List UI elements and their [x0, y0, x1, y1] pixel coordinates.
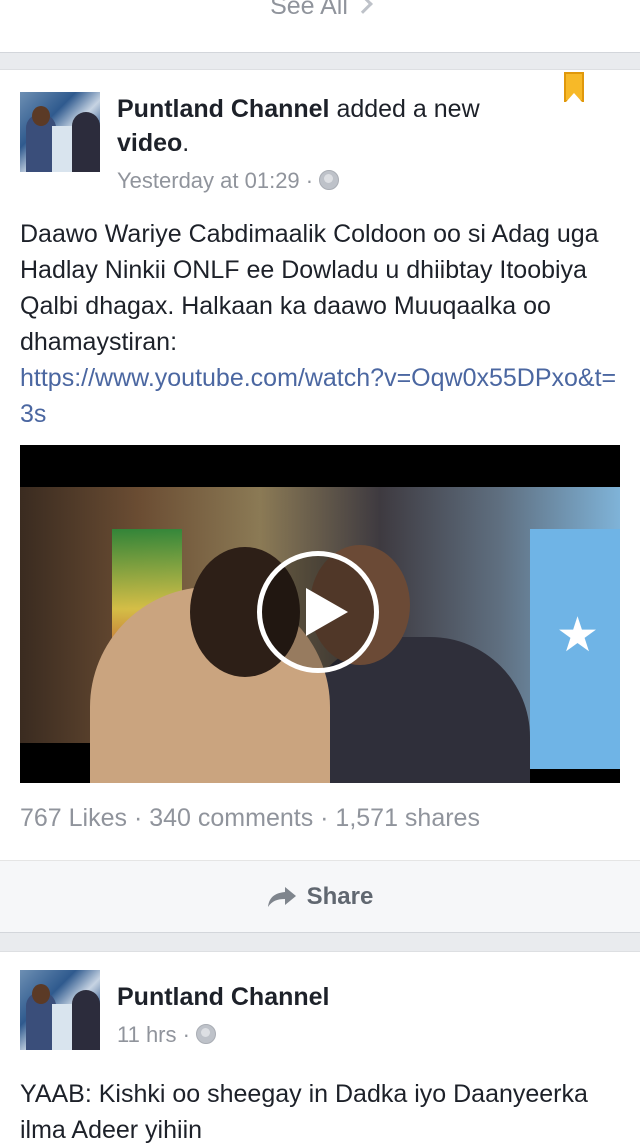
post-link[interactable]: https://www.youtube.com/watch?v=Oqw0x55D… — [20, 360, 620, 432]
author-action: added a new — [329, 95, 480, 123]
author-suffix: . — [182, 129, 190, 157]
post-stats[interactable]: 767 Likes · 340 comments · 1,571 shares — [20, 804, 480, 833]
avatar[interactable] — [20, 970, 100, 1050]
share-label: Share — [306, 883, 374, 910]
video-player[interactable]: ★ — [20, 445, 620, 783]
globe-icon — [195, 1024, 216, 1044]
author-object[interactable]: video — [117, 129, 182, 157]
post-time[interactable]: 11 hrs · — [117, 1022, 190, 1047]
avatar[interactable] — [20, 92, 100, 172]
feed-divider — [0, 52, 640, 70]
post-meta: 11 hrs · — [117, 1022, 216, 1048]
share-arrow-icon — [267, 887, 296, 907]
play-icon[interactable] — [257, 551, 379, 673]
post-header: Puntland Channel — [117, 980, 330, 1014]
share-bar: Share — [0, 860, 640, 932]
author-name[interactable]: Puntland Channel — [117, 95, 330, 123]
post-text: YAAB: Kishki oo sheegay in Dadka iyo Daa… — [20, 1080, 588, 1144]
author-name[interactable]: Puntland Channel — [117, 983, 330, 1011]
see-all-link[interactable]: See All — [0, 0, 640, 21]
post-text: Daawo Wariye Cabdimaalik Coldoon oo si A… — [20, 220, 599, 356]
post-body: Daawo Wariye Cabdimaalik Coldoon oo si A… — [20, 216, 620, 432]
post-time[interactable]: Yesterday at 01:29 · — [117, 168, 313, 193]
post-meta: Yesterday at 01:29 · — [117, 168, 340, 194]
see-all-label: See All — [270, 0, 348, 20]
chevron-right-icon — [353, 0, 373, 14]
feed-divider — [0, 932, 640, 952]
post-header: Puntland Channel added a new video. — [117, 92, 547, 160]
globe-icon — [319, 170, 340, 190]
share-button[interactable]: Share — [0, 861, 640, 933]
bookmark-icon[interactable] — [564, 72, 584, 102]
see-all-strip: See All — [0, 0, 640, 52]
